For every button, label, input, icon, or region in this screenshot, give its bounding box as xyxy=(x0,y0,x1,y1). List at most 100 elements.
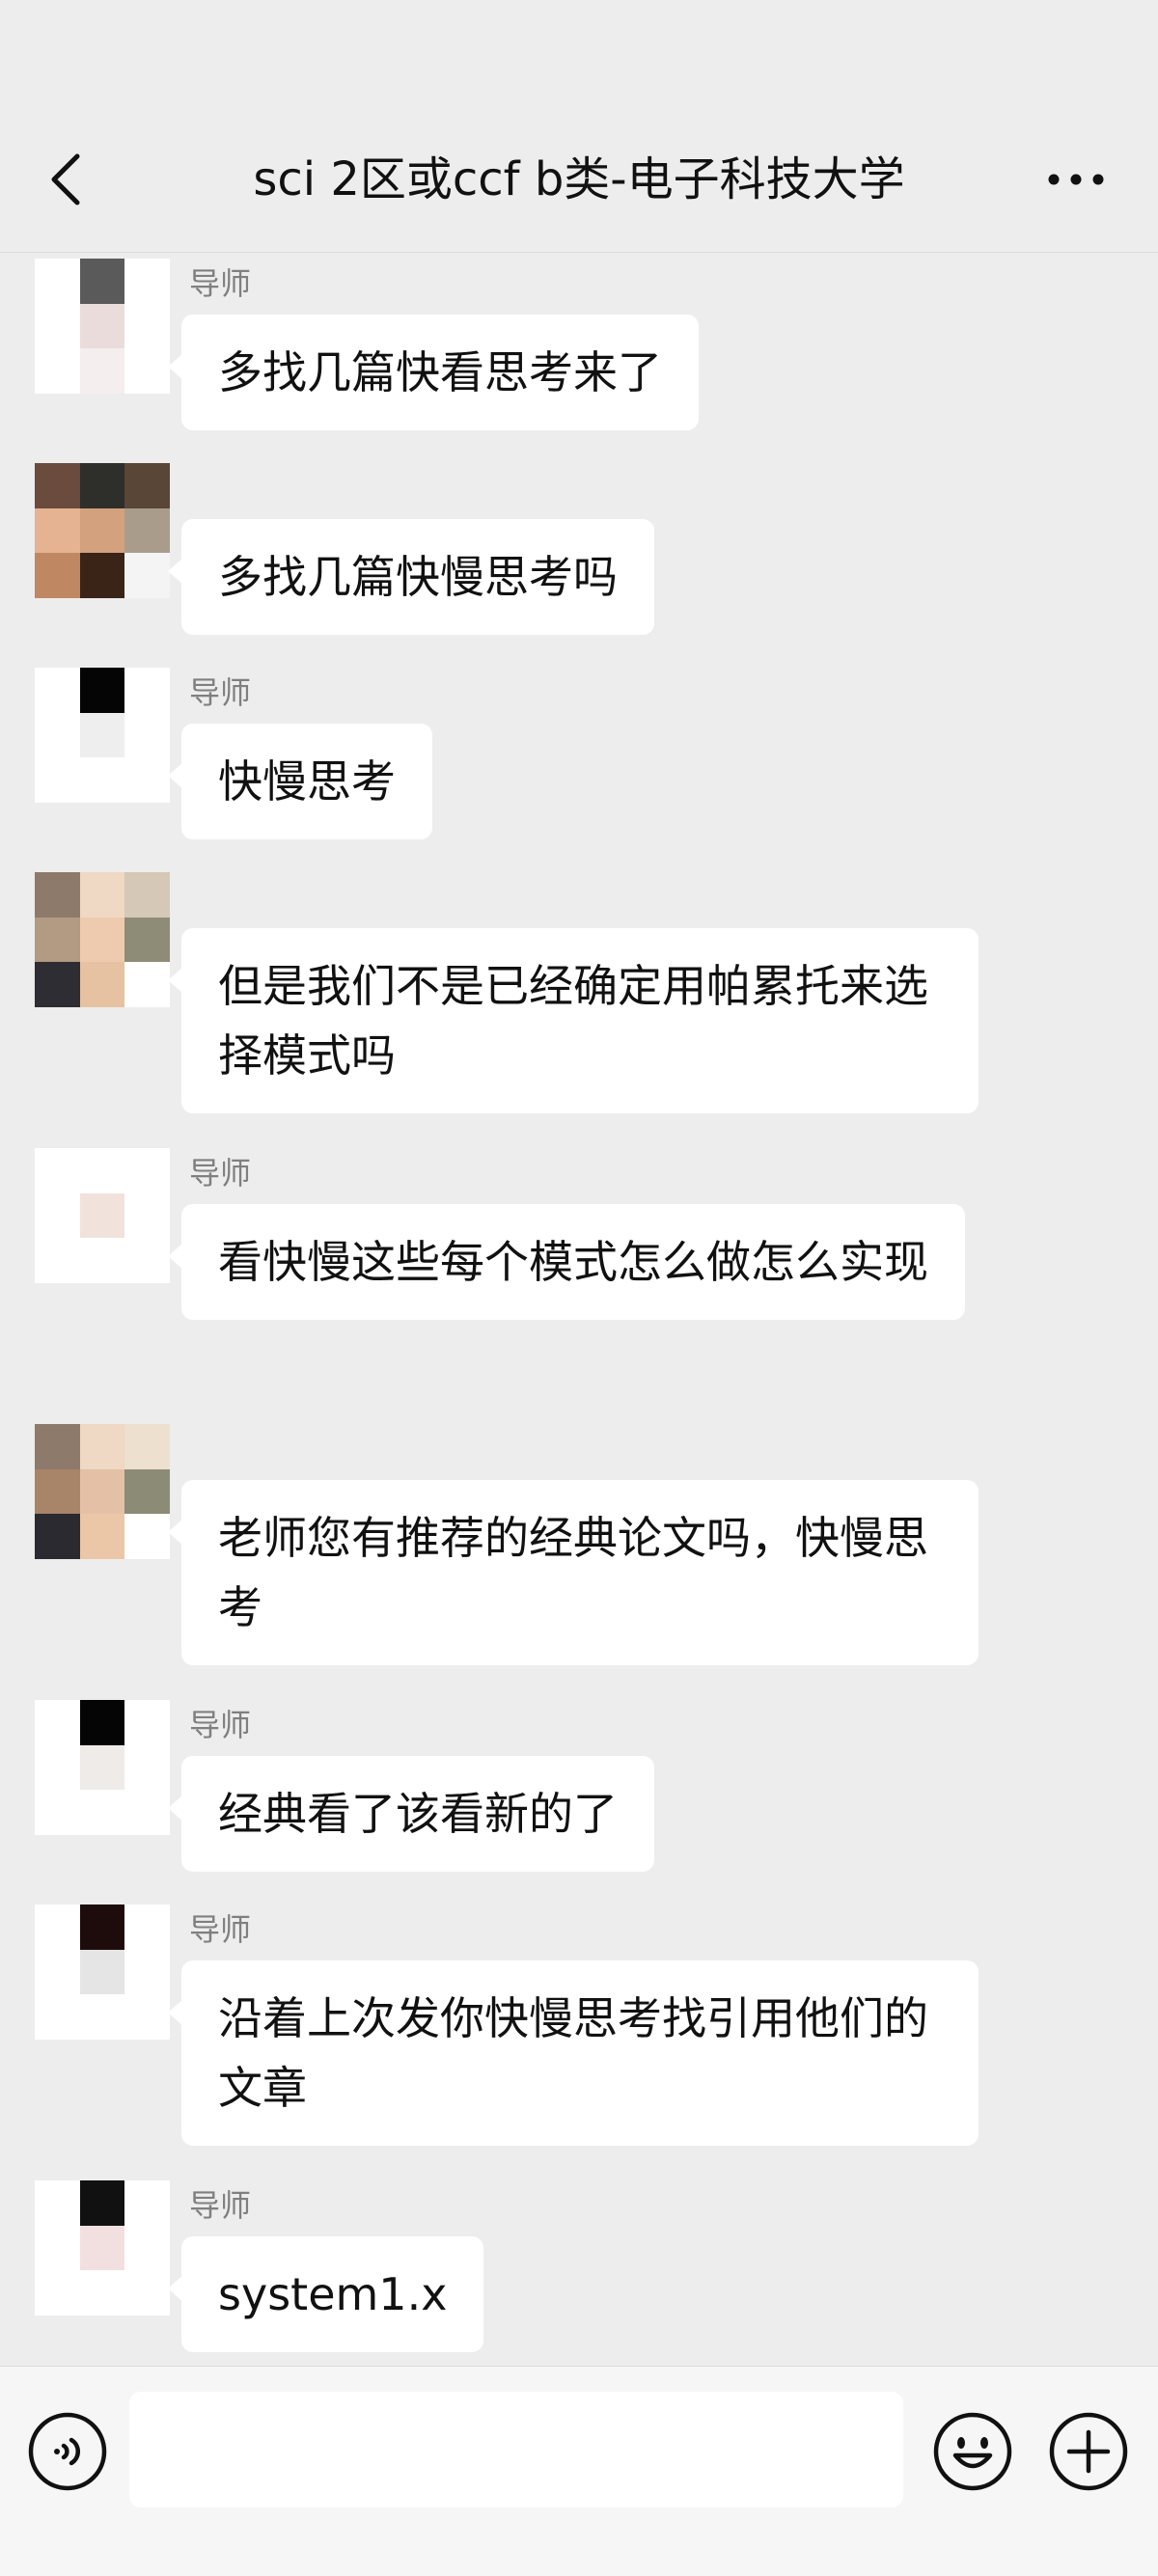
sender-name: 导师 xyxy=(189,265,252,302)
avatar[interactable] xyxy=(35,668,170,803)
avatar-tile xyxy=(35,463,80,508)
avatar-tile xyxy=(35,1148,80,1193)
avatar-tile xyxy=(79,553,125,598)
plus-button[interactable] xyxy=(1048,2411,1129,2492)
avatar-tile xyxy=(124,463,170,508)
avatar-tile xyxy=(79,2270,125,2316)
message-bubble[interactable]: 但是我们不是已经确定用帕累托来选择模式吗 xyxy=(168,928,979,1113)
avatar-tile xyxy=(79,1949,125,1995)
more-button[interactable] xyxy=(1042,145,1110,214)
avatar-tile xyxy=(79,1424,125,1469)
avatar-tile xyxy=(79,668,125,713)
message-bubble[interactable]: 沿着上次发你快慢思考找引用他们的文章 xyxy=(168,1960,979,2146)
emoji-icon xyxy=(933,2412,1012,2491)
avatar-tile xyxy=(79,2180,125,2226)
message-bubble[interactable]: system1.x xyxy=(167,2236,484,2352)
chat-title: sci 2区或ccf b类-电子科技大学 xyxy=(253,152,905,206)
avatar-tile xyxy=(124,348,170,394)
avatar-tile xyxy=(35,1468,80,1515)
avatar-tile xyxy=(124,2225,170,2271)
avatar-tile xyxy=(35,553,80,598)
avatar-tile xyxy=(79,1468,125,1515)
chat-header: sci 2区或ccf b类-电子科技大学 xyxy=(0,0,1158,253)
plus-icon xyxy=(1049,2412,1128,2491)
avatar-tile xyxy=(124,668,170,713)
avatar-tile xyxy=(35,2225,80,2271)
avatar-tile xyxy=(35,348,80,394)
avatar-tile xyxy=(35,1192,80,1239)
emoji-button[interactable] xyxy=(932,2411,1013,2492)
avatar-tile xyxy=(79,1790,125,1835)
avatar-tile xyxy=(35,1949,80,1995)
message-bubble[interactable]: 多找几篇快看思考来了 xyxy=(168,315,699,430)
avatar-tile xyxy=(79,917,125,963)
avatar-tile xyxy=(79,872,125,918)
avatar-tile xyxy=(124,1192,170,1239)
avatar-tile xyxy=(79,507,125,554)
avatar-tile xyxy=(35,1905,80,1950)
avatar-tile xyxy=(124,259,170,304)
avatar-tile xyxy=(79,962,125,1007)
avatar-tile xyxy=(124,1424,170,1469)
avatar-tile xyxy=(35,917,80,963)
avatar-tile xyxy=(35,712,80,758)
avatar-tile xyxy=(79,1148,125,1193)
avatar-tile xyxy=(124,1994,170,2040)
more-dots-icon xyxy=(1048,174,1104,185)
avatar-tile xyxy=(124,507,170,554)
avatar-tile xyxy=(79,348,125,394)
message-bubble[interactable]: 看快慢这些每个模式怎么做怎么实现 xyxy=(168,1204,965,1320)
avatar-tile xyxy=(35,757,80,803)
avatar[interactable] xyxy=(35,1905,170,2040)
avatar-tile xyxy=(35,1238,80,1283)
avatar-tile xyxy=(79,2225,125,2271)
avatar[interactable] xyxy=(35,872,170,1007)
avatar-tile xyxy=(124,712,170,758)
message-input[interactable] xyxy=(129,2392,903,2507)
avatar[interactable] xyxy=(35,2180,170,2316)
message-bubble[interactable]: 多找几篇快慢思考吗 xyxy=(168,519,654,635)
avatar-tile xyxy=(124,1514,170,1559)
voice-button[interactable] xyxy=(27,2411,108,2492)
avatar-tile xyxy=(79,463,125,508)
message-bubble[interactable]: 快慢思考 xyxy=(168,724,432,839)
avatar-tile xyxy=(79,1994,125,2040)
message-bubble[interactable]: 经典看了该看新的了 xyxy=(168,1756,654,1872)
avatar-tile xyxy=(124,1905,170,1950)
avatar-tile xyxy=(79,1238,125,1283)
avatar-tile xyxy=(124,1148,170,1193)
avatar[interactable] xyxy=(35,1700,170,1835)
avatar[interactable] xyxy=(35,463,170,598)
avatar-tile xyxy=(124,303,170,349)
avatar-tile xyxy=(35,872,80,918)
voice-icon xyxy=(28,2412,107,2491)
avatar-tile xyxy=(124,757,170,803)
chevron-left-icon xyxy=(51,153,80,206)
avatar-tile xyxy=(79,1905,125,1950)
avatar-tile xyxy=(35,1514,80,1559)
avatar-tile xyxy=(124,1744,170,1791)
avatar[interactable] xyxy=(35,1148,170,1283)
avatar-tile xyxy=(124,2270,170,2316)
sender-name: 导师 xyxy=(189,2187,252,2224)
message-list[interactable]: 导师 多找几篇快看思考来了 多找几篇快慢思考吗 导师 快慢思考 但是我们不是已经… xyxy=(0,253,1158,2366)
avatar-tile xyxy=(35,1994,80,2040)
avatar[interactable] xyxy=(35,1424,170,1559)
avatar-tile xyxy=(79,1744,125,1791)
avatar-tile xyxy=(79,757,125,803)
input-bar xyxy=(0,2366,1158,2576)
avatar[interactable] xyxy=(35,259,170,394)
avatar-tile xyxy=(79,303,125,349)
avatar-tile xyxy=(79,712,125,758)
avatar-tile xyxy=(35,962,80,1007)
message-bubble[interactable]: 老师您有推荐的经典论文吗，快慢思考 xyxy=(168,1480,979,1665)
avatar-tile xyxy=(35,1744,80,1791)
sender-name: 导师 xyxy=(189,1155,252,1192)
avatar-tile xyxy=(35,259,80,304)
avatar-tile xyxy=(35,507,80,554)
back-button[interactable] xyxy=(39,145,93,214)
avatar-tile xyxy=(35,2270,80,2316)
avatar-tile xyxy=(35,668,80,713)
sender-name: 导师 xyxy=(189,674,252,711)
avatar-tile xyxy=(79,1700,125,1745)
